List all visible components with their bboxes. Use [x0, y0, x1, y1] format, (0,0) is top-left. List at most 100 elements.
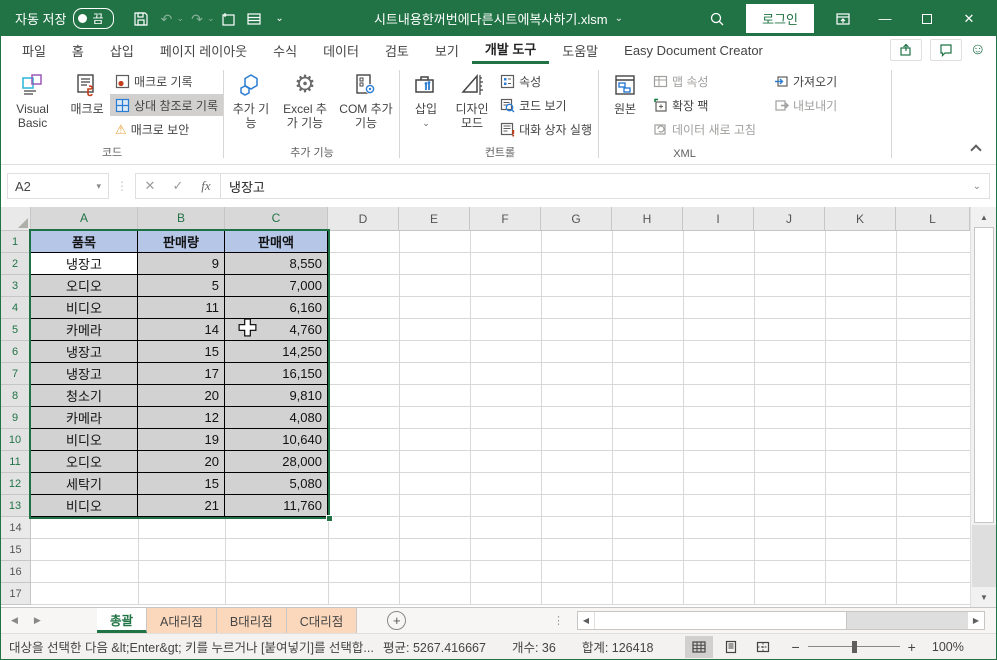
sheet-tab-B대리점[interactable]: B대리점	[216, 608, 287, 633]
cell-A4[interactable]: 비디오	[31, 297, 138, 319]
row-header-14[interactable]: 14	[1, 517, 31, 539]
row-header-11[interactable]: 11	[1, 451, 31, 473]
feedback-smiley-icon[interactable]: ☺	[970, 41, 986, 59]
row-header-13[interactable]: 13	[1, 495, 31, 517]
scroll-left-icon[interactable]: ◀	[578, 612, 595, 629]
cell-C8[interactable]: 9,810	[225, 385, 328, 407]
row-header-5[interactable]: 5	[1, 319, 31, 341]
fill-handle[interactable]	[326, 515, 333, 522]
cell-B13[interactable]: 21	[138, 495, 225, 517]
column-header-K[interactable]: K	[825, 207, 896, 231]
new-sheet-button[interactable]: +	[387, 611, 407, 630]
cell-B10[interactable]: 19	[138, 429, 225, 451]
column-header-L[interactable]: L	[896, 207, 970, 231]
scroll-up-icon[interactable]: ▲	[971, 207, 996, 227]
zoom-slider[interactable]	[807, 640, 900, 653]
tab-developer[interactable]: 개발 도구	[471, 36, 550, 64]
cell-B3[interactable]: 5	[138, 275, 225, 297]
tab-home[interactable]: 홈	[59, 36, 97, 64]
autosave-toggle[interactable]: 끔	[73, 8, 114, 29]
column-header-A[interactable]: A	[31, 207, 138, 231]
cell-C2[interactable]: 8,550	[225, 253, 328, 275]
sheet-nav-right-icon[interactable]: ▶	[34, 615, 41, 626]
save-button[interactable]	[128, 6, 154, 32]
row-header-8[interactable]: 8	[1, 385, 31, 407]
cell-A5[interactable]: 카메라	[31, 319, 138, 341]
login-button[interactable]: 로그인	[746, 4, 814, 33]
cell-B2[interactable]: 9	[138, 253, 225, 275]
cell-C4[interactable]: 6,160	[225, 297, 328, 319]
table-rows-button[interactable]	[241, 6, 267, 32]
tab-help[interactable]: 도움말	[549, 36, 611, 64]
cell-A6[interactable]: 냉장고	[31, 341, 138, 363]
horizontal-scrollbar[interactable]: ◀ ▶	[577, 611, 985, 630]
title-dropdown-icon[interactable]: ⌄	[615, 13, 623, 24]
cell-C11[interactable]: 28,000	[225, 451, 328, 473]
design-mode-button[interactable]: 디자인 모드	[449, 68, 495, 132]
tab-file[interactable]: 파일	[9, 36, 59, 64]
insert-function-icon[interactable]: fx	[192, 178, 220, 194]
formula-bar-splitter-icon[interactable]: ⋮	[109, 179, 135, 193]
customize-qat-button[interactable]: ⌄	[267, 6, 293, 32]
record-macro-button[interactable]: 매크로 기록	[110, 70, 223, 92]
formula-input[interactable]: 냉장고 ⌄	[220, 173, 990, 199]
close-button[interactable]: ✕	[948, 1, 990, 36]
cell-A2-active[interactable]: 냉장고	[31, 253, 138, 275]
new-window-button[interactable]	[215, 6, 241, 32]
tab-view[interactable]: 보기	[422, 36, 472, 64]
cell-B4[interactable]: 11	[138, 297, 225, 319]
cell-A8[interactable]: 청소기	[31, 385, 138, 407]
scroll-right-icon[interactable]: ▶	[967, 612, 984, 629]
name-box-dropdown-icon[interactable]: ▾	[96, 181, 101, 192]
sheet-tab-총괄[interactable]: 총괄	[97, 608, 148, 633]
tab-insert[interactable]: 삽입	[97, 36, 147, 64]
macros-button[interactable]: 매크로	[64, 68, 110, 118]
cell-A3[interactable]: 오디오	[31, 275, 138, 297]
tab-review[interactable]: 검토	[372, 36, 422, 64]
cell-B8[interactable]: 20	[138, 385, 225, 407]
page-layout-view-button[interactable]	[717, 636, 745, 658]
cell-A13[interactable]: 비디오	[31, 495, 138, 517]
name-box[interactable]: A2 ▾	[7, 173, 109, 199]
tab-easy-document-creator[interactable]: Easy Document Creator	[611, 36, 776, 64]
cell-C6[interactable]: 14,250	[225, 341, 328, 363]
xml-import-button[interactable]: 가져오기	[769, 70, 842, 92]
cell-A7[interactable]: 냉장고	[31, 363, 138, 385]
cancel-entry-icon[interactable]: ✕	[136, 178, 164, 194]
excel-addins-button[interactable]: ⚙ Excel 추가 기능	[275, 68, 335, 132]
zoom-slider-thumb[interactable]	[851, 640, 857, 653]
scroll-down-icon[interactable]: ▼	[971, 587, 996, 607]
cell-A12[interactable]: 세탁기	[31, 473, 138, 495]
horizontal-scroll-thumb[interactable]	[595, 612, 847, 629]
column-header-C[interactable]: C	[225, 207, 328, 231]
cell-B5[interactable]: 14	[138, 319, 225, 341]
cell-C3[interactable]: 7,000	[225, 275, 328, 297]
tab-page-layout[interactable]: 페이지 레이아웃	[147, 36, 260, 64]
page-break-preview-button[interactable]	[749, 636, 777, 658]
cell-A11[interactable]: 오디오	[31, 451, 138, 473]
zoom-in-button[interactable]: +	[908, 639, 916, 655]
column-header-H[interactable]: H	[612, 207, 683, 231]
map-properties-button[interactable]: 맵 속성	[648, 70, 767, 92]
vertical-scroll-track[interactable]	[972, 525, 996, 587]
cell-C9[interactable]: 4,080	[225, 407, 328, 429]
zoom-level[interactable]: 100%	[924, 640, 964, 654]
column-header-J[interactable]: J	[754, 207, 825, 231]
row-header-1[interactable]: 1	[1, 231, 31, 253]
undo-dropdown-icon[interactable]: ⌄	[177, 13, 185, 24]
maximize-button[interactable]	[906, 1, 948, 36]
cell-C12[interactable]: 5,080	[225, 473, 328, 495]
row-header-7[interactable]: 7	[1, 363, 31, 385]
properties-button[interactable]: 속성	[495, 70, 597, 92]
ribbon-display-options-button[interactable]	[822, 1, 864, 36]
macro-security-button[interactable]: ⚠ 매크로 보안	[110, 118, 223, 140]
column-header-F[interactable]: F	[470, 207, 541, 231]
row-header-2[interactable]: 2	[1, 253, 31, 275]
cell-A10[interactable]: 비디오	[31, 429, 138, 451]
sheet-tab-C대리점[interactable]: C대리점	[286, 608, 358, 633]
row-header-12[interactable]: 12	[1, 473, 31, 495]
row-header-10[interactable]: 10	[1, 429, 31, 451]
cell-B7[interactable]: 17	[138, 363, 225, 385]
insert-control-button[interactable]: 삽입 ⌄	[403, 68, 449, 132]
column-header-E[interactable]: E	[399, 207, 470, 231]
